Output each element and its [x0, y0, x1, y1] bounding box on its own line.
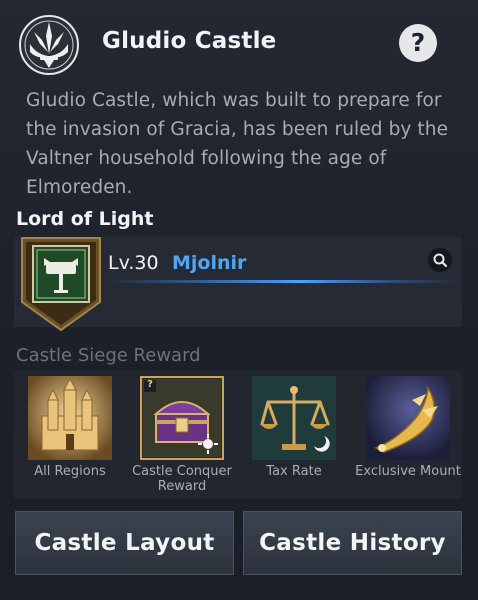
reward-label: Castle Conquer Reward: [132, 464, 232, 494]
lord-divider-glow: [108, 280, 458, 283]
reward-heading: Castle Siege Reward: [16, 345, 201, 366]
lord-heading: Lord of Light: [16, 208, 154, 230]
castle-crest-icon: [19, 15, 79, 75]
help-button[interactable]: ?: [399, 24, 437, 62]
reward-label: Exclusive Mount: [355, 464, 461, 479]
castle-layout-button[interactable]: Castle Layout: [15, 511, 234, 575]
reward-label: All Regions: [34, 464, 106, 479]
lord-level: Lv.30: [108, 252, 159, 274]
castle-history-button[interactable]: Castle History: [243, 511, 462, 575]
castle-description: Gludio Castle, which was built to prepar…: [26, 90, 449, 198]
mount-horn-icon: [366, 376, 450, 460]
castle-icon: [28, 376, 112, 460]
reward-exclusive-mount[interactable]: Exclusive Mount: [355, 374, 461, 494]
castle-title: Gludio Castle: [102, 28, 277, 54]
lord-name[interactable]: Mjolnir: [172, 252, 246, 274]
reward-label: Tax Rate: [266, 464, 322, 479]
castle-info-panel: Gludio Castle ? Gludio Castle, which was…: [0, 0, 478, 600]
search-icon[interactable]: [428, 248, 452, 272]
reward-tax-rate[interactable]: Tax Rate: [248, 374, 340, 494]
scales-icon: [252, 376, 336, 460]
reward-all-regions[interactable]: All Regions: [24, 374, 116, 494]
reward-unknown-badge: ?: [147, 379, 153, 390]
clan-emblem-icon: [21, 237, 101, 332]
reward-castle-conquer[interactable]: ? Castle Conquer Reward: [132, 374, 232, 494]
